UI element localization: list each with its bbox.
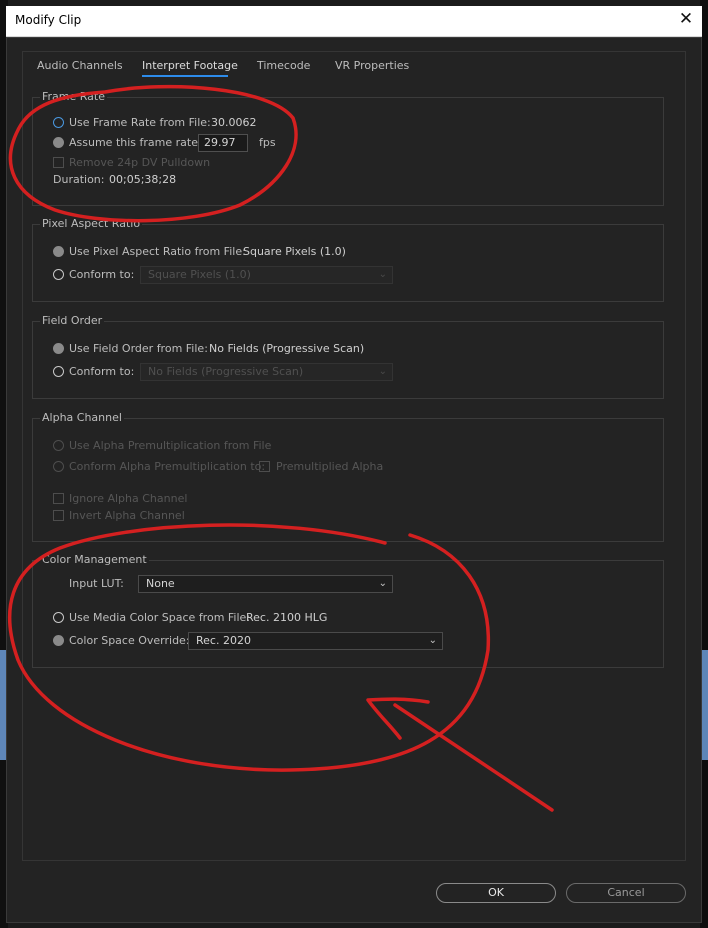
cancel-button[interactable]: Cancel <box>566 883 686 903</box>
use-media-color-space-radio[interactable] <box>53 612 64 623</box>
premultiplied-alpha-checkbox[interactable] <box>259 461 270 472</box>
invert-alpha-checkbox[interactable] <box>53 510 64 521</box>
pixel-aspect-conform-value: Square Pixels (1.0) <box>148 268 251 281</box>
ignore-alpha-checkbox[interactable] <box>53 493 64 504</box>
pixel-aspect-from-file-value: Square Pixels (1.0) <box>243 245 346 258</box>
fps-unit-label: fps <box>259 136 276 149</box>
alpha-conform-radio[interactable] <box>53 461 64 472</box>
field-order-conform-label: Conform to: <box>69 365 135 378</box>
frame-rate-from-file-radio[interactable] <box>53 117 64 128</box>
pixel-aspect-group <box>32 224 664 302</box>
remove-pulldown-checkbox[interactable] <box>53 157 64 168</box>
ok-button[interactable]: OK <box>436 883 556 903</box>
pixel-aspect-conform-radio[interactable] <box>53 269 64 280</box>
chevron-down-icon: ⌄ <box>378 578 387 589</box>
alpha-premult-from-file-radio[interactable] <box>53 440 64 451</box>
frame-rate-input[interactable]: 29.97 <box>198 134 248 152</box>
frame-rate-group <box>32 97 664 206</box>
alpha-channel-title: Alpha Channel <box>40 411 124 424</box>
field-order-from-file-radio[interactable] <box>53 343 64 354</box>
active-tab-indicator <box>142 75 228 77</box>
tab-vr-properties[interactable]: VR Properties <box>335 59 409 72</box>
alpha-premult-from-file-label: Use Alpha Premultiplication from File <box>69 439 272 452</box>
background-clip-right <box>702 650 708 760</box>
invert-alpha-label: Invert Alpha Channel <box>69 509 185 522</box>
premultiplied-alpha-label: Premultiplied Alpha <box>276 460 384 473</box>
color-space-override-label: Color Space Override: <box>69 634 190 647</box>
close-icon[interactable]: ✕ <box>676 9 696 29</box>
use-media-color-space-label: Use Media Color Space from File: <box>69 611 251 624</box>
alpha-channel-group <box>32 418 664 542</box>
field-order-from-file-value: No Fields (Progressive Scan) <box>209 342 365 355</box>
ignore-alpha-label: Ignore Alpha Channel <box>69 492 188 505</box>
field-order-conform-dropdown[interactable]: No Fields (Progressive Scan) ⌄ <box>140 363 393 381</box>
field-order-title: Field Order <box>40 314 105 327</box>
input-lut-value: None <box>146 577 175 590</box>
color-management-title: Color Management <box>40 553 149 566</box>
field-order-conform-radio[interactable] <box>53 366 64 377</box>
tab-audio-channels[interactable]: Audio Channels <box>37 59 123 72</box>
dialog-titlebar <box>6 6 702 37</box>
field-order-conform-value: No Fields (Progressive Scan) <box>148 365 304 378</box>
assume-frame-rate-label: Assume this frame rate: <box>69 136 202 149</box>
pixel-aspect-title: Pixel Aspect Ratio <box>40 217 143 230</box>
input-lut-dropdown[interactable]: None ⌄ <box>138 575 393 593</box>
chevron-down-icon: ⌄ <box>428 635 437 646</box>
frame-rate-from-file-label: Use Frame Rate from File: <box>69 116 211 129</box>
input-lut-label: Input LUT: <box>69 577 124 590</box>
pixel-aspect-from-file-radio[interactable] <box>53 246 64 257</box>
field-order-from-file-label: Use Field Order from File: <box>69 342 208 355</box>
tab-interpret-footage[interactable]: Interpret Footage <box>142 59 238 72</box>
pixel-aspect-conform-label: Conform to: <box>69 268 135 281</box>
frame-rate-title: Frame Rate <box>40 90 107 103</box>
pixel-aspect-conform-dropdown[interactable]: Square Pixels (1.0) ⌄ <box>140 266 393 284</box>
frame-rate-from-file-value: 30.0062 <box>211 116 257 129</box>
use-media-color-space-value: Rec. 2100 HLG <box>246 611 328 624</box>
alpha-conform-label: Conform Alpha Premultiplication to: <box>69 460 266 473</box>
field-order-group <box>32 321 664 399</box>
chevron-down-icon: ⌄ <box>378 366 387 377</box>
assume-frame-rate-radio[interactable] <box>53 137 64 148</box>
remove-pulldown-label: Remove 24p DV Pulldown <box>69 156 211 169</box>
color-space-override-dropdown[interactable]: Rec. 2020 ⌄ <box>188 632 443 650</box>
dialog-title: Modify Clip <box>15 13 82 27</box>
duration-value: 00;05;38;28 <box>109 173 177 186</box>
color-space-override-radio[interactable] <box>53 635 64 646</box>
pixel-aspect-from-file-label: Use Pixel Aspect Ratio from File: <box>69 245 246 258</box>
chevron-down-icon: ⌄ <box>378 269 387 280</box>
tab-timecode[interactable]: Timecode <box>257 59 310 72</box>
color-space-override-value: Rec. 2020 <box>196 634 251 647</box>
duration-label: Duration: <box>53 173 105 186</box>
